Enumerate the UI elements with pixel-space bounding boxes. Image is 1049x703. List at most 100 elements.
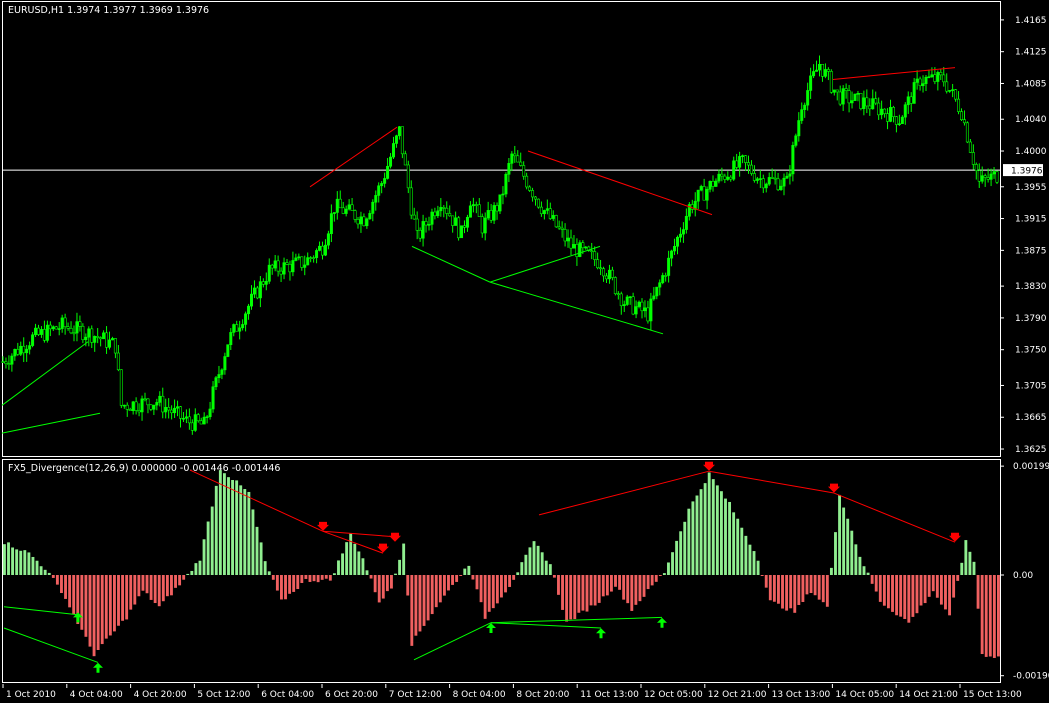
histogram-bar xyxy=(64,575,67,599)
histogram-bar xyxy=(406,575,410,596)
candle-body xyxy=(909,96,913,104)
candle-body xyxy=(217,374,221,378)
candle-body xyxy=(661,275,665,284)
candle-body xyxy=(421,221,425,239)
candle-body xyxy=(957,98,961,112)
candle-body xyxy=(125,404,129,410)
candle-body xyxy=(681,229,685,235)
histogram-bar xyxy=(903,575,907,619)
candle-body xyxy=(859,93,863,109)
candle-body xyxy=(959,111,963,120)
candle-body xyxy=(161,395,165,413)
indicator-tick-label: 0.00 xyxy=(1013,571,1033,581)
histogram-bar xyxy=(434,575,438,608)
candle-body xyxy=(445,207,449,214)
candle-body xyxy=(84,336,88,341)
candle-body xyxy=(758,178,762,180)
histogram-bar xyxy=(887,575,890,609)
candle-body xyxy=(300,256,304,268)
candle-body xyxy=(480,216,484,234)
histogram-bar xyxy=(385,575,389,592)
candle-body xyxy=(255,287,259,299)
price-tick-label: 1.3750 xyxy=(1015,346,1047,356)
candle-body xyxy=(797,120,801,137)
candle-body xyxy=(690,204,694,210)
histogram-bar xyxy=(948,575,951,616)
candle-body xyxy=(72,332,76,335)
histogram-bar xyxy=(508,575,512,587)
histogram-bar xyxy=(141,575,145,591)
histogram-bar xyxy=(39,566,43,575)
histogram-bar xyxy=(838,494,841,575)
candle-body xyxy=(306,257,310,266)
candle-body xyxy=(812,71,816,77)
time-tick-label: 1 Oct 2010 xyxy=(6,690,56,700)
histogram-bar xyxy=(834,532,837,575)
histogram-bar xyxy=(825,575,829,607)
candle-body xyxy=(767,177,771,185)
bear-divergence-line xyxy=(527,150,713,216)
histogram-bar xyxy=(182,575,186,580)
candle-body xyxy=(365,218,369,227)
candle-body xyxy=(968,141,972,153)
candle-body xyxy=(457,217,461,239)
histogram-bar xyxy=(292,575,296,592)
candle-body xyxy=(96,336,100,338)
histogram-bar xyxy=(984,575,988,657)
histogram-bar xyxy=(956,575,960,581)
histogram-bar xyxy=(671,552,674,575)
histogram-bar xyxy=(752,551,756,575)
candle-body xyxy=(335,198,339,213)
histogram-bar xyxy=(422,575,426,626)
indicator-bear-divergence-line xyxy=(322,530,384,554)
candle-body xyxy=(992,171,996,175)
histogram-bar xyxy=(842,507,846,575)
candle-body xyxy=(261,281,265,285)
histogram-bar xyxy=(626,575,630,604)
candle-body xyxy=(782,177,786,187)
histogram-bar xyxy=(373,575,377,593)
indicator-bear-divergence-line xyxy=(322,530,396,538)
candle-body xyxy=(794,135,798,146)
histogram-bar xyxy=(707,472,711,575)
histogram-bar xyxy=(634,575,638,605)
histogram-bar xyxy=(80,575,84,630)
candle-body xyxy=(714,180,718,187)
candle-body xyxy=(533,196,537,200)
histogram-bar xyxy=(210,506,214,575)
candle-body xyxy=(542,210,546,215)
histogram-bar xyxy=(756,560,760,575)
candle-body xyxy=(983,175,987,178)
histogram-bar xyxy=(935,575,939,598)
candle-body xyxy=(1,361,5,363)
histogram-bar xyxy=(487,575,491,612)
candle-body xyxy=(454,217,458,226)
candle-body xyxy=(75,321,79,334)
candle-body xyxy=(486,210,490,219)
histogram-bar xyxy=(528,547,532,575)
histogram-bar xyxy=(793,575,797,613)
candle-body xyxy=(965,122,969,143)
candle-body xyxy=(433,211,437,217)
indicator-bear-divergence-line xyxy=(538,470,710,516)
histogram-bar xyxy=(442,575,446,596)
histogram-bar xyxy=(605,575,609,596)
bull-divergence-line xyxy=(1,412,101,434)
candle-body xyxy=(936,72,940,82)
candle-body xyxy=(918,78,922,87)
time-tick-label: 13 Oct 13:00 xyxy=(772,690,831,700)
candle-body xyxy=(619,293,623,307)
candle-body xyxy=(856,93,860,95)
time-tick-label: 11 Oct 13:00 xyxy=(580,690,639,700)
candle-body xyxy=(131,401,135,411)
histogram-bar xyxy=(133,575,137,605)
histogram-bar xyxy=(51,575,55,578)
bull-divergence-line xyxy=(411,245,491,283)
histogram-bar xyxy=(239,485,243,575)
candle-body xyxy=(119,369,123,406)
histogram-bar xyxy=(744,535,748,575)
histogram-bar xyxy=(178,575,182,586)
candle-body xyxy=(471,204,475,207)
histogram-bar xyxy=(715,485,719,575)
time-tick-label: 4 Oct 04:00 xyxy=(70,690,123,700)
